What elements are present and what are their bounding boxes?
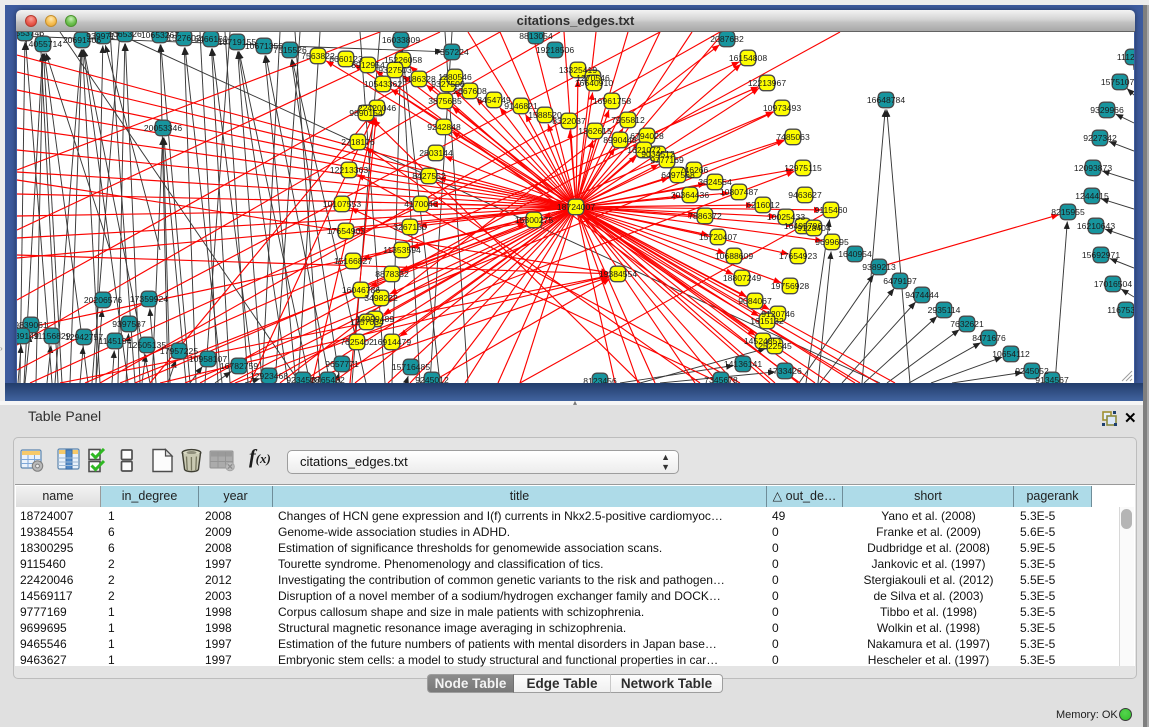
svg-text:6216012: 6216012 bbox=[746, 200, 780, 210]
svg-text:15692971: 15692971 bbox=[1082, 250, 1120, 260]
svg-text:16210643: 16210643 bbox=[1077, 221, 1115, 231]
svg-text:9245012: 9245012 bbox=[415, 375, 449, 383]
svg-text:20206576: 20206576 bbox=[84, 295, 122, 305]
svg-text:10807487: 10807487 bbox=[720, 187, 758, 197]
svg-text:9397587: 9397587 bbox=[112, 319, 146, 329]
svg-text:1145194: 1145194 bbox=[99, 336, 132, 346]
svg-text:7625402: 7625402 bbox=[340, 337, 374, 347]
svg-text:9227342: 9227342 bbox=[1083, 133, 1117, 143]
svg-text:2522545: 2522545 bbox=[758, 341, 792, 351]
svg-text:9699695: 9699695 bbox=[815, 237, 849, 247]
svg-text:9657771: 9657771 bbox=[325, 359, 359, 369]
svg-text:9134567: 9134567 bbox=[1035, 375, 1069, 383]
svg-text:10107553: 10107553 bbox=[323, 199, 361, 209]
svg-text:7632621: 7632621 bbox=[950, 319, 984, 329]
svg-text:17016504: 17016504 bbox=[1094, 279, 1132, 289]
svg-text:12923468: 12923468 bbox=[250, 371, 288, 381]
svg-text:2087682: 2087682 bbox=[710, 34, 744, 44]
svg-text:16154808: 16154808 bbox=[729, 53, 767, 63]
svg-text:17359924: 17359924 bbox=[130, 294, 168, 304]
svg-text:9128404: 9128404 bbox=[797, 223, 831, 233]
svg-text:3267150: 3267150 bbox=[393, 222, 427, 232]
svg-text:9890154: 9890154 bbox=[349, 108, 383, 118]
svg-text:15300275: 15300275 bbox=[515, 215, 553, 225]
svg-text:16914479: 16914479 bbox=[373, 337, 411, 347]
svg-text:14136141: 14136141 bbox=[724, 359, 762, 369]
svg-text:10973493: 10973493 bbox=[763, 103, 801, 113]
svg-text:7886372: 7886372 bbox=[688, 211, 722, 221]
svg-text:10543362: 10543362 bbox=[364, 79, 402, 89]
svg-text:3498222: 3498222 bbox=[364, 293, 398, 303]
svg-text:9474444: 9474444 bbox=[905, 290, 939, 300]
svg-text:18807249: 18807249 bbox=[723, 273, 761, 283]
svg-text:1733426: 1733426 bbox=[768, 366, 802, 376]
svg-text:19384554: 19384554 bbox=[599, 269, 637, 279]
svg-text:8471676: 8471676 bbox=[972, 333, 1006, 343]
svg-text:15751074: 15751074 bbox=[1101, 77, 1134, 87]
svg-text:8427552: 8427552 bbox=[412, 171, 446, 181]
svg-text:15166827: 15166827 bbox=[334, 256, 372, 266]
svg-text:10654112: 10654112 bbox=[992, 349, 1030, 359]
svg-text:9389213: 9389213 bbox=[862, 262, 896, 272]
svg-text:11675335: 11675335 bbox=[1107, 305, 1134, 315]
svg-text:19756928: 19756928 bbox=[771, 281, 809, 291]
svg-text:20053346: 20053346 bbox=[144, 123, 182, 133]
svg-text:8765432: 8765432 bbox=[311, 375, 345, 383]
svg-text:15720407: 15720407 bbox=[699, 232, 737, 242]
svg-text:9777169: 9777169 bbox=[650, 155, 684, 165]
svg-text:6479197: 6479197 bbox=[883, 276, 917, 286]
svg-text:1112345: 1112345 bbox=[1117, 52, 1134, 62]
svg-text:3875685: 3875685 bbox=[428, 96, 462, 106]
svg-text:16033809: 16033809 bbox=[382, 35, 420, 45]
svg-text:7955812: 7955812 bbox=[611, 115, 645, 125]
svg-text:19218506: 19218506 bbox=[536, 45, 574, 55]
svg-text:1244415: 1244415 bbox=[1075, 191, 1109, 201]
svg-text:8813054: 8813054 bbox=[519, 32, 553, 41]
svg-text:9329966: 9329966 bbox=[1090, 105, 1124, 115]
svg-text:12213363: 12213363 bbox=[330, 165, 368, 175]
svg-text:1257034: 1257034 bbox=[350, 317, 384, 327]
svg-text:8322037: 8322037 bbox=[552, 116, 586, 126]
svg-text:6794028: 6794028 bbox=[630, 131, 664, 141]
svg-text:16782759: 16782759 bbox=[220, 361, 258, 371]
svg-text:11353594: 11353594 bbox=[383, 245, 421, 255]
svg-text:2803144: 2803144 bbox=[419, 148, 453, 158]
svg-text:7357224: 7357224 bbox=[435, 47, 469, 57]
svg-text:16640910: 16640910 bbox=[575, 78, 613, 88]
svg-text:7485063: 7485063 bbox=[776, 132, 810, 142]
svg-text:4170046: 4170046 bbox=[404, 199, 438, 209]
svg-text:9084067: 9084067 bbox=[738, 296, 772, 306]
svg-text:15226058: 15226058 bbox=[384, 55, 422, 65]
svg-text:3624554: 3624554 bbox=[698, 177, 732, 187]
svg-text:8215955: 8215955 bbox=[1051, 207, 1085, 217]
svg-text:12975115: 12975115 bbox=[784, 163, 822, 173]
svg-text:9242848: 9242848 bbox=[427, 122, 461, 132]
svg-text:8878332: 8878332 bbox=[375, 269, 409, 279]
svg-text:9463627: 9463627 bbox=[788, 190, 822, 200]
svg-text:18724007: 18724007 bbox=[557, 202, 595, 212]
svg-text:8123456: 8123456 bbox=[583, 376, 617, 383]
svg-text:15716485: 15716485 bbox=[392, 362, 430, 372]
svg-text:12942757: 12942757 bbox=[65, 332, 103, 342]
svg-text:20553746: 20553746 bbox=[17, 32, 44, 38]
svg-text:2935114: 2935114 bbox=[928, 305, 961, 315]
svg-text:17654903: 17654903 bbox=[327, 226, 365, 236]
svg-text:1280546: 1280546 bbox=[438, 72, 472, 82]
svg-text:17654923: 17654923 bbox=[779, 251, 817, 261]
svg-text:12213967: 12213967 bbox=[748, 78, 786, 88]
svg-text:1615132: 1615132 bbox=[750, 316, 784, 326]
svg-text:2718176: 2718176 bbox=[341, 137, 375, 147]
svg-text:20364436: 20364436 bbox=[671, 190, 709, 200]
svg-text:14055714: 14055714 bbox=[24, 39, 62, 49]
svg-text:9115460: 9115460 bbox=[815, 205, 848, 215]
svg-text:9839061: 9839061 bbox=[17, 320, 48, 330]
svg-text:10688609: 10688609 bbox=[715, 251, 753, 261]
svg-text:12093873: 12093873 bbox=[1074, 163, 1112, 173]
svg-text:1640954: 1640954 bbox=[838, 249, 872, 259]
svg-text:1065326: 1065326 bbox=[108, 32, 142, 39]
svg-text:6497568: 6497568 bbox=[661, 170, 695, 180]
svg-text:16648784: 16648784 bbox=[867, 95, 905, 105]
svg-text:7345678: 7345678 bbox=[704, 375, 738, 383]
svg-text:16961758: 16961758 bbox=[593, 96, 631, 106]
